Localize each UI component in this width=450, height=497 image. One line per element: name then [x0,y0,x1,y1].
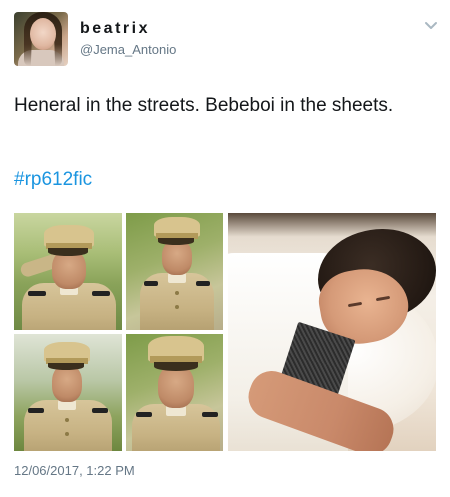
timestamp[interactable]: 12/06/2017, 1:22 PM [14,463,135,479]
media-photo-5[interactable] [228,213,436,451]
epaulet [144,281,158,286]
tweet-header: beatrix @Jema_Antonio [14,12,440,66]
chevron-down-icon[interactable] [424,18,438,32]
hashtag-link[interactable]: #rp612fic [14,168,92,192]
avatar[interactable] [14,12,68,66]
uniform-button [65,432,69,436]
epaulet [28,291,46,296]
media-photo-3[interactable] [14,334,122,451]
media-photo-1[interactable] [14,213,122,330]
uniform-button [175,291,179,295]
epaulet [196,281,210,286]
uniform-button [175,305,179,309]
media-photo-2[interactable] [126,213,223,330]
tweet-card: beatrix @Jema_Antonio Heneral in the str… [0,0,450,497]
hat-brim [48,248,88,256]
user-handle[interactable]: @Jema_Antonio [80,42,176,58]
epaulet [136,412,152,417]
avatar-face [30,18,56,50]
uniform-button [65,418,69,422]
user-name-block[interactable]: beatrix @Jema_Antonio [80,20,176,58]
epaulet [92,408,108,413]
epaulet [92,291,110,296]
media-grid[interactable] [14,213,436,451]
hat-brim [48,363,84,370]
epaulet [28,408,44,413]
media-photo-4[interactable] [126,334,223,451]
hat-brim [158,238,194,245]
epaulet [202,412,218,417]
hat-brim [154,362,198,371]
display-name[interactable]: beatrix [80,20,176,38]
tweet-text: Heneral in the streets. Bebeboi in the s… [14,95,394,116]
